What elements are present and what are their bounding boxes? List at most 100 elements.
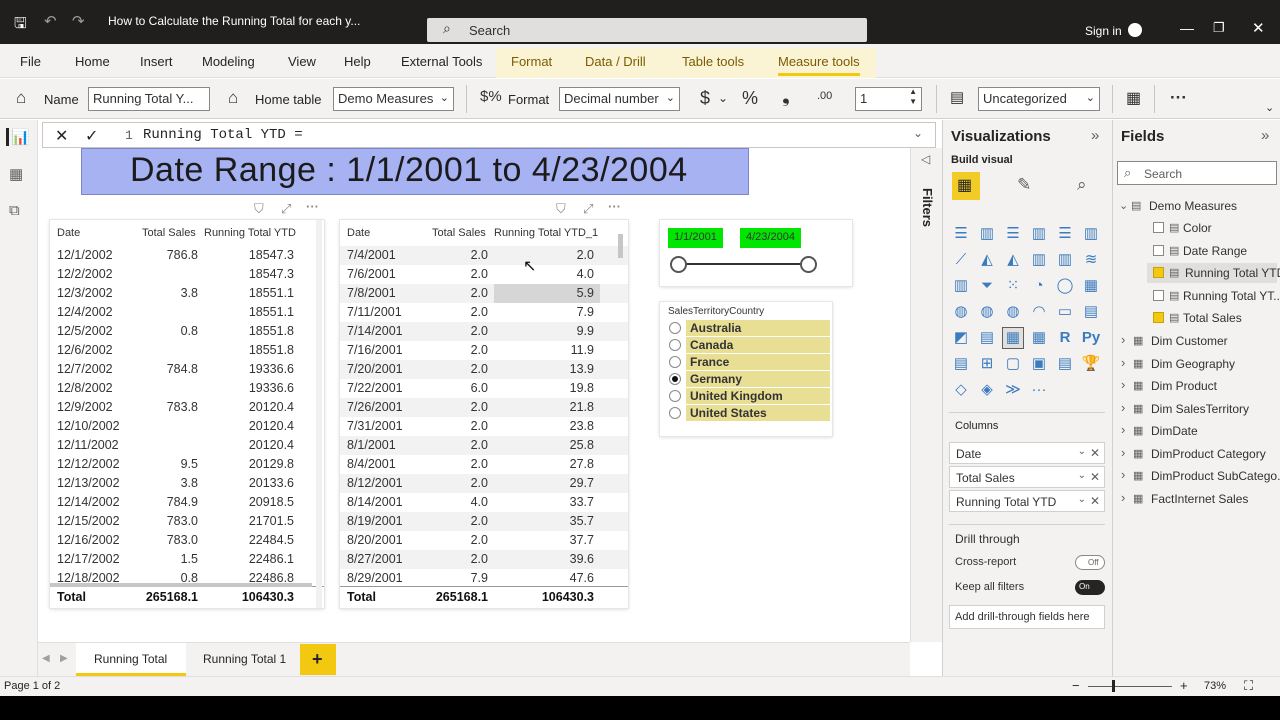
save-icon[interactable]: 🖫 <box>14 13 27 38</box>
matrix-icon[interactable]: ▦ <box>1029 328 1049 348</box>
tab-table-tools[interactable]: Table tools <box>682 54 744 69</box>
analytics-icon[interactable]: ⌕ <box>1077 175 1087 195</box>
tab-help[interactable]: Help <box>344 54 371 69</box>
redo-icon[interactable]: ↷ <box>72 12 85 30</box>
table-row[interactable]: 8/1/2001 2.0 25.8 <box>340 436 628 455</box>
tab-home[interactable]: Home <box>75 54 110 69</box>
area-chart-icon[interactable]: ◭ <box>977 250 997 270</box>
tab-format[interactable]: Format <box>511 54 552 69</box>
donut-chart-icon[interactable]: ◯ <box>1055 276 1075 296</box>
fields-search-input[interactable]: ⌕ Search <box>1117 161 1277 185</box>
tab-file[interactable]: File <box>20 54 41 69</box>
column-header-total-sales[interactable]: Total Sales <box>432 227 486 239</box>
table-row[interactable]: 12/3/2002 3.8 18551.1 <box>50 284 324 303</box>
date-range-card[interactable]: Date Range : 1/1/2001 to 4/23/2004 <box>81 148 749 195</box>
radio-button[interactable] <box>669 339 681 351</box>
card-icon[interactable]: ▭ <box>1055 302 1075 322</box>
decimal-places-icon[interactable]: .00 <box>817 90 832 102</box>
data-category-select[interactable]: Uncategorized ⌄ <box>978 87 1100 111</box>
field-well-running-total[interactable]: Running Total YTD ⌄ ✕ <box>949 490 1105 512</box>
restore-icon[interactable]: ❐ <box>1213 20 1225 36</box>
column-header-date[interactable]: Date <box>347 227 370 239</box>
slicer-item[interactable]: United Kingdom <box>666 388 830 404</box>
page-tab-running-total-1[interactable]: Running Total 1 <box>188 643 298 676</box>
table-row[interactable]: 12/2/2002 18547.3 <box>50 265 324 284</box>
tab-external-tools[interactable]: External Tools <box>401 54 482 69</box>
zoom-slider[interactable] <box>1088 686 1172 687</box>
arrow-chevron-icon[interactable]: ≫ <box>1003 380 1023 400</box>
tab-insert[interactable]: Insert <box>140 54 173 69</box>
table-row[interactable]: 7/16/2001 2.0 11.9 <box>340 341 628 360</box>
add-page-button[interactable]: + <box>300 644 336 675</box>
table-row[interactable]: 8/12/2001 2.0 29.7 <box>340 474 628 493</box>
table-row[interactable]: 8/14/2001 4.0 33.7 <box>340 493 628 512</box>
table-row[interactable]: 12/11/2002 20120.4 <box>50 436 324 455</box>
drill-through-dropzone[interactable]: Add drill-through fields here <box>949 605 1105 629</box>
table-visual-2[interactable]: Date Total Sales Running Total YTD_1 7/4… <box>340 220 628 608</box>
zoom-out-icon[interactable]: − <box>1072 678 1080 693</box>
keep-filters-toggle[interactable]: On <box>1075 580 1105 595</box>
slicer-item[interactable]: Australia <box>666 320 830 336</box>
next-page-icon[interactable]: ▶ <box>60 653 68 664</box>
prev-page-icon[interactable]: ◀ <box>42 653 50 664</box>
checkbox[interactable] <box>1153 222 1164 233</box>
table-icon[interactable]: ▦ <box>1002 327 1024 349</box>
table-row[interactable]: 12/5/2002 0.8 18551.8 <box>50 322 324 341</box>
format-visual-icon[interactable]: ✎ <box>1017 175 1031 195</box>
end-date-chip[interactable]: 4/23/2004 <box>740 228 801 248</box>
key-influencers-icon[interactable]: ▤ <box>951 354 971 374</box>
data-view-icon[interactable]: ▦ <box>9 165 23 183</box>
table-visual-1[interactable]: Date Total Sales Running Total YTD 12/1/… <box>50 220 324 608</box>
table-row[interactable]: 12/16/2002 783.0 22484.5 <box>50 531 324 550</box>
date-range-slicer[interactable]: 1/1/2001 4/23/2004 <box>660 220 852 286</box>
line-column-icon[interactable]: ▥ <box>1029 250 1049 270</box>
table-row[interactable]: 8/4/2001 2.0 27.8 <box>340 455 628 474</box>
checkbox[interactable] <box>1153 244 1164 256</box>
multirow-card-icon[interactable]: ▤ <box>1081 302 1101 322</box>
table-row[interactable]: 12/15/2002 783.0 21701.5 <box>50 512 324 531</box>
focus-mode-icon[interactable]: ⤢ <box>281 201 291 217</box>
radio-button[interactable] <box>669 407 681 419</box>
commit-formula-icon[interactable]: ✓ <box>85 126 98 146</box>
stacked-column-100-icon[interactable]: ▥ <box>1081 224 1101 244</box>
paginated-icon[interactable]: ▤ <box>1055 354 1075 374</box>
r-visual-icon[interactable]: R <box>1055 328 1075 348</box>
vertical-scrollbar[interactable] <box>316 220 322 608</box>
table-row[interactable]: 7/26/2001 2.0 21.8 <box>340 398 628 417</box>
percent-button[interactable]: % <box>742 88 758 109</box>
clustered-bar-icon[interactable]: ☰ <box>1003 224 1023 244</box>
table-row[interactable]: 12/8/2002 19336.6 <box>50 379 324 398</box>
slicer-icon[interactable]: ▤ <box>977 328 997 348</box>
table-row[interactable]: 8/27/2001 2.0 39.6 <box>340 550 628 569</box>
column-header-total-sales[interactable]: Total Sales <box>142 227 196 239</box>
gauge-icon[interactable]: ◠ <box>1029 302 1049 322</box>
table-row[interactable]: 12/6/2002 18551.8 <box>50 341 324 360</box>
table-row[interactable]: 12/4/2002 18551.1 <box>50 303 324 322</box>
column-header-running-total[interactable]: Running Total YTD_1 <box>494 227 598 239</box>
slider-start-handle[interactable] <box>670 256 687 273</box>
table-row[interactable]: 12/14/2002 784.9 20918.5 <box>50 493 324 512</box>
column-header-running-total[interactable]: Running Total YTD <box>204 227 296 239</box>
cross-report-toggle[interactable]: Off <box>1075 555 1105 570</box>
sign-in-link[interactable]: Sign in <box>1085 24 1122 38</box>
filter-icon[interactable]: ⛉ <box>254 201 264 217</box>
map-icon[interactable]: ◍ <box>951 302 971 322</box>
comma-button[interactable]: ❟ <box>782 85 790 108</box>
filter-icon[interactable]: ⛉ <box>556 201 566 217</box>
line-chart-icon[interactable]: ⟋ <box>951 250 971 270</box>
waterfall-icon[interactable]: ▥ <box>951 276 971 296</box>
table-row[interactable]: 12/9/2002 783.8 20120.4 <box>50 398 324 417</box>
chevron-down-icon[interactable]: ⌄ <box>1078 446 1086 457</box>
start-date-chip[interactable]: 1/1/2001 <box>668 228 723 248</box>
filter-pane-icon[interactable]: ◁ <box>921 152 930 166</box>
ribbon-chart-icon[interactable]: ≋ <box>1081 250 1101 270</box>
tab-view[interactable]: View <box>288 54 316 69</box>
more-options-icon[interactable]: ··· <box>306 199 319 214</box>
tab-modeling[interactable]: Modeling <box>202 54 255 69</box>
table-row[interactable]: 7/8/2001 2.0 5.9 <box>340 284 628 303</box>
more-options-icon[interactable]: ··· <box>1170 88 1187 108</box>
country-slicer[interactable]: SalesTerritoryCountry Australia Canada Fra… <box>660 302 832 436</box>
undo-icon[interactable]: ↶ <box>44 12 57 30</box>
format-select[interactable]: Decimal number ⌄ <box>559 87 680 111</box>
formula-bar[interactable]: ✕ ✓ 1 Running Total YTD = ⌄ <box>42 122 936 148</box>
